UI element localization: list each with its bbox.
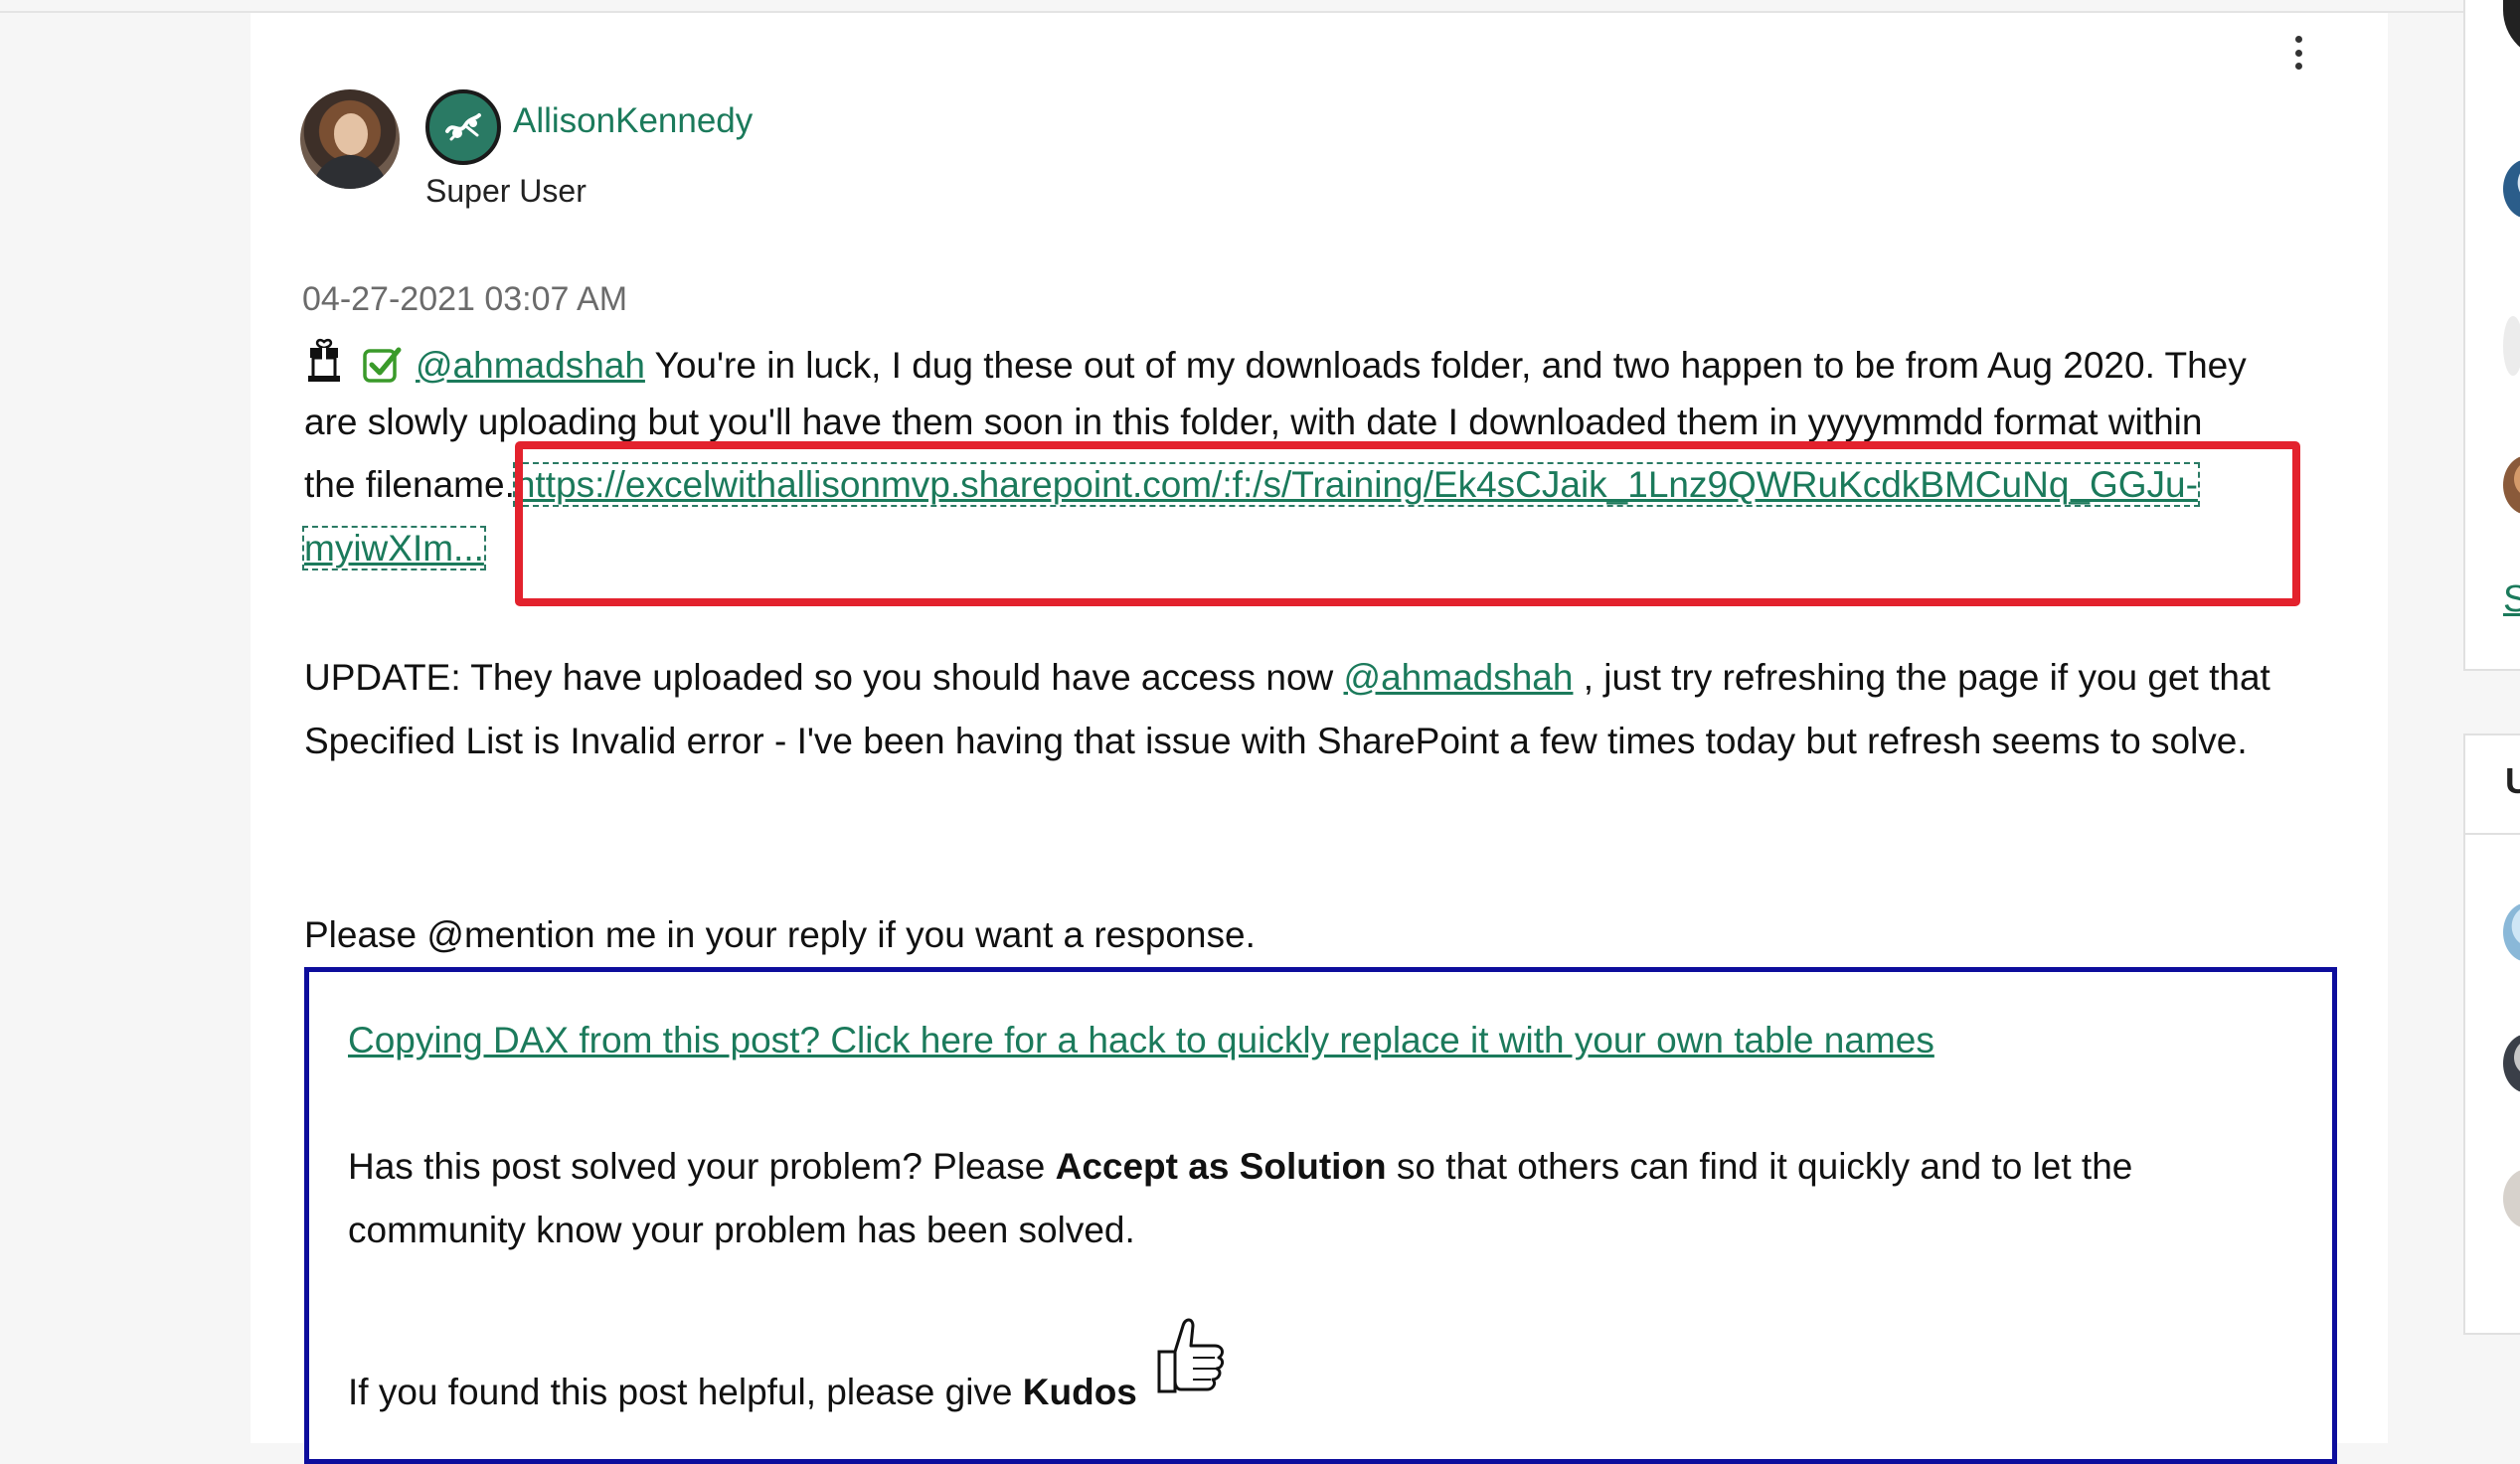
mention-link[interactable]: @ahmadshah [416, 345, 645, 386]
gift-icon [304, 338, 344, 384]
post-body-line: @ahmadshah You're in luck, I dug these o… [304, 338, 2322, 387]
checkbox-checked-icon [362, 344, 402, 384]
post-text: are slowly uploading but you'll have the… [304, 402, 2203, 442]
signature-text: If you found this post helpful, please g… [348, 1372, 1023, 1412]
signature-text: Has this post solved your problem? Pleas… [348, 1146, 1056, 1187]
sidebar-heading: U [2505, 760, 2520, 801]
signature-text: community know your problem has been sol… [348, 1210, 1135, 1250]
sidebar-divider [2463, 833, 2520, 835]
post-text: You're in luck, I dug these out of my do… [644, 345, 2247, 386]
more-options-icon[interactable] [2286, 36, 2310, 70]
kudos-text: Kudos [1022, 1372, 1137, 1412]
sidebar-link[interactable]: S [2503, 578, 2520, 621]
author-name-link[interactable]: AllisonKennedy [513, 101, 753, 141]
user-rank: Super User [425, 173, 587, 209]
thumbs-up-icon [1153, 1314, 1229, 1395]
post-body-line: UPDATE: They have uploaded so you should… [304, 657, 2322, 699]
rank-badge-icon [425, 89, 501, 165]
mention-link[interactable]: @ahmadshah [1344, 657, 1574, 698]
signature-text: so that others can find it quickly and t… [1386, 1146, 2133, 1187]
mention-request-text: Please @mention me in your reply if you … [304, 914, 1256, 955]
dax-hack-link[interactable]: Copying DAX from this post? Click here f… [348, 1020, 1934, 1061]
accept-solution-text: Accept as Solution [1055, 1146, 1387, 1187]
author-avatar[interactable] [300, 89, 400, 189]
sidebar-avatar[interactable] [2503, 316, 2520, 376]
post-text: Specified List is Invalid error - I've b… [304, 721, 2248, 761]
signature-line: If you found this post helpful, please g… [348, 1372, 1137, 1413]
signature-line: Has this post solved your problem? Pleas… [348, 1146, 2132, 1188]
post-text: , just try refreshing the page if you ge… [1573, 657, 2270, 698]
sidebar-card [2463, 733, 2520, 1335]
post-date: 04-27-2021 03:07 AM [302, 280, 628, 318]
post-text: UPDATE: They have uploaded so you should… [304, 657, 1344, 698]
sharepoint-folder-link-continued[interactable]: myiwXIm... [302, 526, 486, 570]
post-text: the filename. [304, 464, 515, 505]
annotation-highlight-box [515, 441, 2300, 606]
